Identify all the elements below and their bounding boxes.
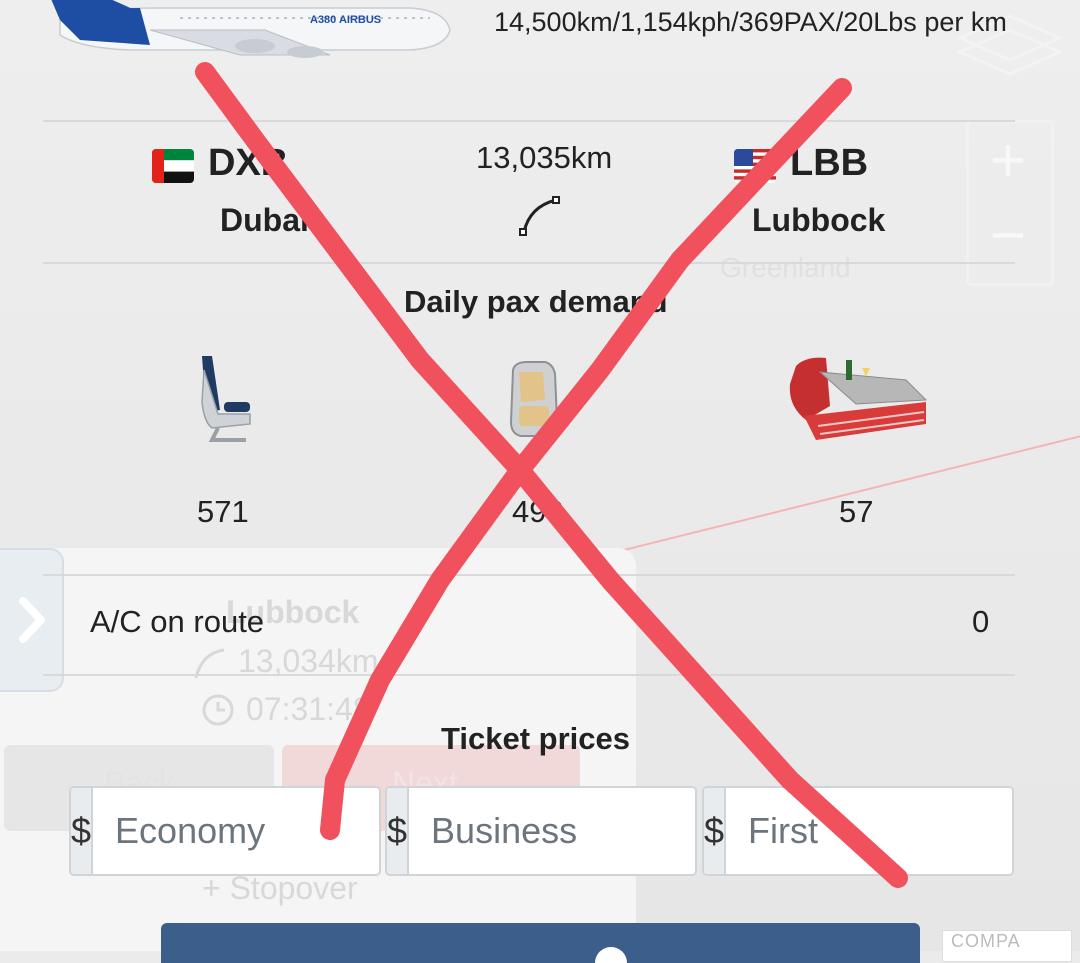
first-demand: 57 — [839, 494, 874, 529]
usa-flag-icon — [734, 149, 776, 183]
origin-city: Dubai — [220, 202, 309, 238]
business-price-group: $ — [385, 786, 697, 876]
chevron-right-icon — [19, 597, 45, 643]
ticket-prices-title: Ticket prices — [441, 721, 630, 756]
first-price-input[interactable] — [726, 788, 1012, 874]
economy-price-input[interactable] — [93, 788, 379, 874]
divider — [43, 120, 1015, 122]
destination-city: Lubbock — [752, 202, 886, 238]
aircraft-on-route-value: 0 — [972, 604, 990, 639]
button-icon — [595, 947, 627, 963]
uae-flag-icon — [152, 149, 194, 183]
first-class-seat-icon — [789, 357, 928, 440]
economy-demand: 571 — [197, 494, 249, 529]
business-seat-icon — [509, 361, 559, 437]
business-demand: 490 — [512, 494, 564, 529]
economy-price-group: $ — [69, 786, 381, 876]
route-distance: 13,035km — [476, 140, 613, 175]
create-route-button[interactable] — [161, 923, 920, 963]
compare-button[interactable]: COMPA — [942, 930, 1072, 962]
a380-aircraft-image: A380 AIRBUS — [51, 0, 451, 58]
aircraft-specs: 14,500km/1,154kph/369PAX/20Lbs per km — [494, 7, 1007, 37]
ghost-clock-icon — [202, 694, 234, 726]
ghost-route-icon — [194, 648, 225, 679]
destination-code: LBB — [790, 142, 869, 184]
svg-text:A380 AIRBUS: A380 AIRBUS — [310, 14, 381, 26]
divider — [43, 574, 1015, 576]
ghost-time: 07:31:48 — [246, 691, 371, 727]
currency-prefix: $ — [71, 788, 94, 874]
currency-prefix: $ — [704, 788, 727, 874]
divider — [43, 674, 1015, 676]
currency-prefix: $ — [387, 788, 410, 874]
aircraft-on-route-label: A/C on route — [90, 604, 265, 639]
map-region-label: Greenland — [720, 252, 851, 283]
drawer-toggle-button[interactable] — [0, 548, 64, 692]
zoom-out-button[interactable]: − — [975, 200, 1041, 270]
origin-code: DXB — [208, 142, 289, 184]
business-price-input[interactable] — [409, 788, 695, 874]
zoom-in-button[interactable]: + — [975, 125, 1041, 195]
first-price-group: $ — [702, 786, 1014, 876]
demand-title: Daily pax demand — [404, 284, 668, 319]
divider — [43, 262, 1015, 264]
economy-seat-icon — [201, 356, 251, 442]
route-arc-icon — [519, 196, 560, 236]
